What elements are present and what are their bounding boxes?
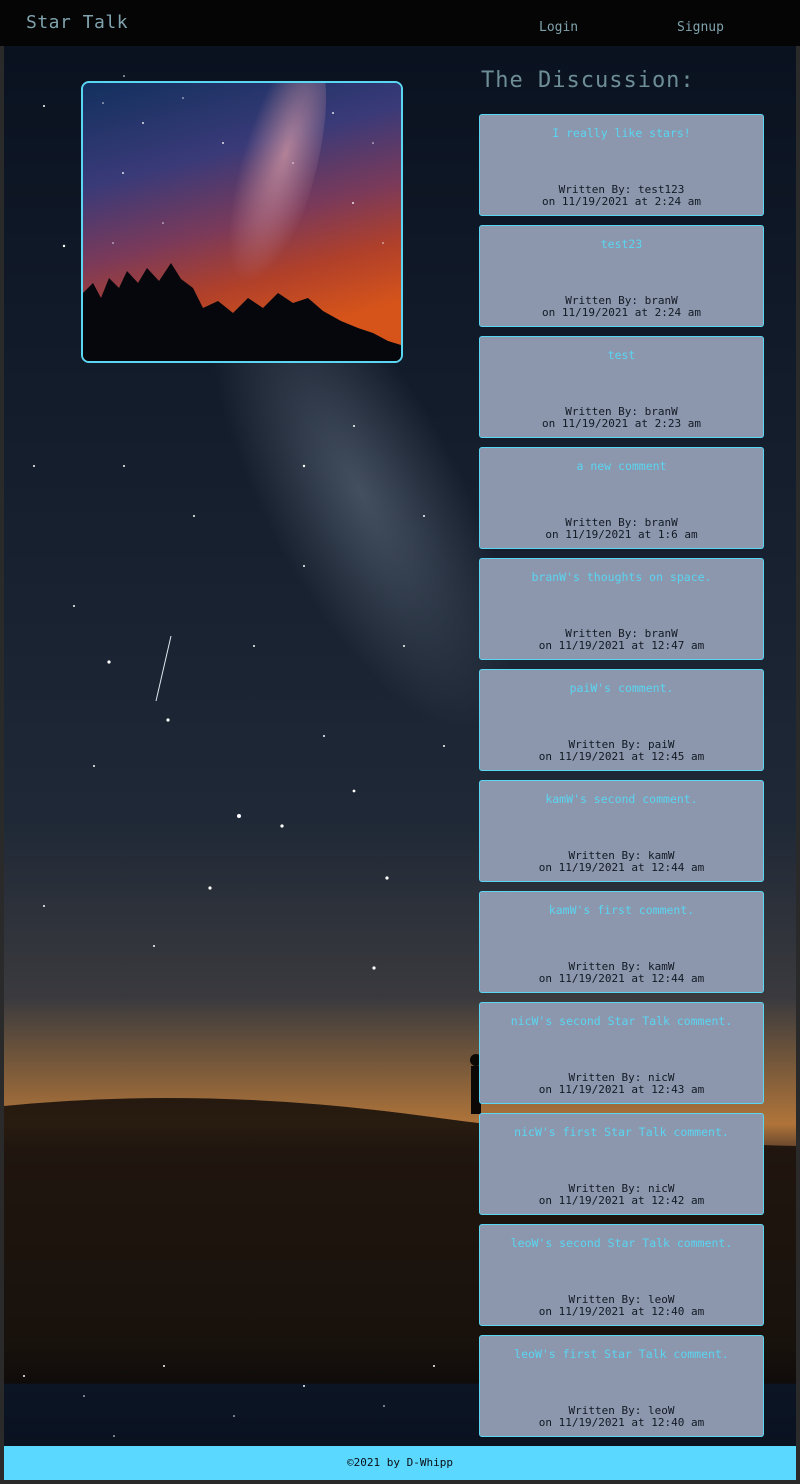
post-title[interactable]: a new comment	[480, 459, 763, 473]
post-title[interactable]: paiW's comment.	[480, 681, 763, 695]
post-card[interactable]: test Written By: branW on 11/19/2021 at …	[479, 336, 764, 438]
post-card[interactable]: a new comment Written By: branW on 11/19…	[479, 447, 764, 549]
post-title[interactable]: leoW's first Star Talk comment.	[480, 1347, 763, 1361]
post-date: on 11/19/2021 at 12:40 am	[538, 1416, 705, 1429]
navbar: Star Talk Login Signup	[0, 0, 800, 46]
footer-copyright: ©2021 by D-Whipp	[347, 1456, 453, 1469]
post-card[interactable]: branW's thoughts on space. Written By: b…	[479, 558, 764, 660]
post-meta: Written By: branW on 11/19/2021 at 12:47…	[480, 628, 763, 652]
post-meta: Written By: kamW on 11/19/2021 at 12:44 …	[480, 961, 763, 985]
discussion-heading: The Discussion:	[481, 68, 695, 93]
post-meta: Written By: paiW on 11/19/2021 at 12:45 …	[480, 739, 763, 763]
post-title[interactable]: kamW's first comment.	[480, 903, 763, 917]
post-date: on 11/19/2021 at 12:44 am	[538, 861, 705, 874]
post-date: on 11/19/2021 at 12:43 am	[538, 1083, 705, 1096]
footer: ©2021 by D-Whipp	[4, 1446, 796, 1480]
post-card[interactable]: nicW's second Star Talk comment. Written…	[479, 1002, 764, 1104]
post-meta: Written By: kamW on 11/19/2021 at 12:44 …	[480, 850, 763, 874]
post-meta: Written By: branW on 11/19/2021 at 2:24 …	[480, 295, 763, 319]
post-meta: Written By: branW on 11/19/2021 at 2:23 …	[480, 406, 763, 430]
post-card[interactable]: leoW's second Star Talk comment. Written…	[479, 1224, 764, 1326]
post-date: on 11/19/2021 at 12:45 am	[538, 750, 705, 763]
post-title[interactable]: leoW's second Star Talk comment.	[480, 1236, 763, 1250]
post-card[interactable]: I really like stars! Written By: test123…	[479, 114, 764, 216]
post-card[interactable]: kamW's second comment. Written By: kamW …	[479, 780, 764, 882]
post-meta: Written By: leoW on 11/19/2021 at 12:40 …	[480, 1294, 763, 1318]
post-date: on 11/19/2021 at 1:6 am	[545, 528, 698, 541]
post-title[interactable]: branW's thoughts on space.	[480, 570, 763, 584]
brand-link[interactable]: Star Talk	[26, 12, 128, 33]
post-card[interactable]: test23 Written By: branW on 11/19/2021 a…	[479, 225, 764, 327]
post-date: on 11/19/2021 at 2:24 am	[542, 306, 701, 319]
login-link[interactable]: Login	[539, 20, 578, 35]
post-meta: Written By: leoW on 11/19/2021 at 12:40 …	[480, 1405, 763, 1429]
post-title[interactable]: test	[480, 348, 763, 362]
post-title[interactable]: I really like stars!	[480, 126, 763, 140]
post-card[interactable]: paiW's comment. Written By: paiW on 11/1…	[479, 669, 764, 771]
signup-link[interactable]: Signup	[677, 20, 724, 35]
post-meta: Written By: nicW on 11/19/2021 at 12:43 …	[480, 1072, 763, 1096]
post-title[interactable]: test23	[480, 237, 763, 251]
post-date: on 11/19/2021 at 12:42 am	[538, 1194, 705, 1207]
post-date: on 11/19/2021 at 12:47 am	[538, 639, 705, 652]
post-meta: Written By: test123 on 11/19/2021 at 2:2…	[480, 184, 763, 208]
post-card[interactable]: leoW's first Star Talk comment. Written …	[479, 1335, 764, 1437]
post-meta: Written By: nicW on 11/19/2021 at 12:42 …	[480, 1183, 763, 1207]
post-card[interactable]: kamW's first comment. Written By: kamW o…	[479, 891, 764, 993]
post-card[interactable]: nicW's first Star Talk comment. Written …	[479, 1113, 764, 1215]
post-title[interactable]: kamW's second comment.	[480, 792, 763, 806]
post-title[interactable]: nicW's first Star Talk comment.	[480, 1125, 763, 1139]
post-meta: Written By: branW on 11/19/2021 at 1:6 a…	[480, 517, 763, 541]
post-date: on 11/19/2021 at 2:23 am	[542, 417, 701, 430]
post-title[interactable]: nicW's second Star Talk comment.	[480, 1014, 763, 1028]
hero-image	[81, 81, 403, 363]
post-date: on 11/19/2021 at 2:24 am	[542, 195, 701, 208]
post-date: on 11/19/2021 at 12:44 am	[538, 972, 705, 985]
post-date: on 11/19/2021 at 12:40 am	[538, 1305, 705, 1318]
